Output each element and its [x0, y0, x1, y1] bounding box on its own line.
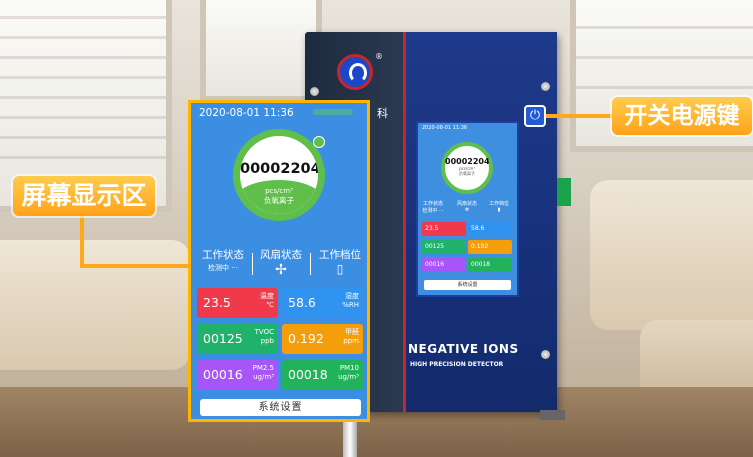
- ion-gauge: 00002204 pcs/cm³ 负氧离子: [233, 129, 325, 221]
- system-settings-button[interactable]: 系统设置: [200, 399, 361, 416]
- enlarged-screen[interactable]: 2020-08-01 11:36 00002204 pcs/cm³ 负氧离子 工…: [188, 100, 370, 422]
- mini-ion-name: 负氧离子: [459, 171, 475, 176]
- mini-work-status-value: 检测中 ···: [422, 208, 444, 214]
- divider: [252, 253, 253, 275]
- power-button[interactable]: ⏻: [524, 105, 546, 127]
- mini-gear-icon: ▮: [497, 207, 501, 213]
- pm25-cell: 00016 PM2.5 ug/m³: [197, 360, 278, 390]
- pm10-name: PM10: [339, 364, 359, 372]
- temperature-name: 温度: [260, 292, 274, 300]
- tvoc-unit: ppb: [260, 337, 274, 345]
- ion-name: 负氧离子: [264, 196, 294, 205]
- tvoc-cell: 00125 TVOC ppb: [197, 324, 278, 354]
- formaldehyde-cell: 0.192 甲醛 ppm: [282, 324, 363, 354]
- mini-humidity: 58.6: [468, 222, 512, 236]
- status-bar-icons: [313, 109, 353, 115]
- work-status: 工作状态 检测中 ···: [195, 247, 251, 273]
- pm25-value: 00016: [203, 367, 243, 382]
- fan-status: 风扇状态 ✢: [254, 247, 308, 278]
- humidity-value: 58.6: [288, 295, 316, 310]
- temperature-label: 温度 ℃: [260, 292, 274, 310]
- brand-logo-icon: [337, 54, 373, 90]
- temperature-cell: 23.5 温度 ℃: [197, 288, 278, 318]
- formaldehyde-label: 甲醛 ppm: [343, 328, 359, 346]
- tvoc-name: TVOC: [254, 328, 274, 336]
- background-sofa-right: [590, 180, 753, 330]
- power-key-callout: 开关电源键: [612, 97, 752, 135]
- mini-time: 2020-08-01 11:36: [422, 125, 468, 131]
- device-screen[interactable]: 2020-08-01 11:36 00002204 pcs/cm³ 负氧离子 工…: [416, 121, 519, 297]
- pm25-label: PM2.5 ug/m³: [253, 364, 274, 382]
- mini-work-status-label: 工作状态: [422, 201, 443, 207]
- gear-status: 工作档位 ▯: [312, 247, 368, 276]
- gauge-indicator-dot: [313, 136, 325, 148]
- formaldehyde-value: 0.192: [288, 331, 324, 346]
- fan-icon: ✢: [275, 262, 287, 278]
- ion-unit: pcs/cm³: [265, 187, 293, 195]
- brand-subtitle: HIGH PRECISION DETECTOR: [410, 361, 504, 368]
- temperature-unit: ℃: [266, 301, 274, 309]
- mini-tvoc: 00125: [422, 240, 466, 254]
- pm10-value: 00018: [288, 367, 328, 382]
- screw-icon: [310, 87, 319, 96]
- red-stripe: [403, 32, 406, 412]
- product-photo: ® 科 NEGATIVE IONS HIGH PRECISION DETECTO…: [0, 0, 753, 457]
- pm10-label: PM10 ug/m³: [338, 364, 359, 382]
- humidity-label: 湿度 %RH: [342, 292, 359, 310]
- humidity-unit: %RH: [342, 301, 359, 309]
- fan-status-label: 风扇状态: [260, 249, 302, 261]
- mini-ion-value: 00002204: [445, 157, 490, 166]
- screw-icon: [541, 82, 550, 91]
- work-status-value: 检测中 ···: [208, 264, 238, 272]
- pm25-name: PM2.5: [252, 364, 274, 372]
- mini-work-status: 工作状态 检测中 ···: [418, 200, 448, 214]
- mini-temp: 23.5: [422, 222, 466, 236]
- mini-pm10: 00018: [468, 258, 512, 272]
- mini-ion-gauge: 00002204 pcs/cm³ 负氧离子: [441, 142, 493, 194]
- callout-line: [80, 264, 190, 268]
- pm10-unit: ug/m³: [338, 373, 359, 381]
- device-foot: [540, 410, 565, 420]
- power-icon: ⏻: [529, 108, 541, 123]
- mini-gear: 工作档位 ▮: [484, 200, 514, 213]
- pm25-unit: ug/m³: [253, 373, 274, 381]
- callout-line: [546, 114, 616, 118]
- formaldehyde-name: 甲醛: [345, 328, 359, 336]
- humidity-name: 湿度: [345, 292, 359, 300]
- screen-time: 2020-08-01 11:36: [199, 107, 294, 119]
- mini-fan-status: 风扇状态 ✻: [452, 200, 482, 213]
- registered-mark: ®: [375, 52, 383, 61]
- mini-gear-label: 工作档位: [488, 201, 509, 207]
- humidity-cell: 58.6 湿度 %RH: [282, 288, 363, 318]
- temperature-value: 23.5: [203, 295, 231, 310]
- gear-label: 工作档位: [319, 249, 361, 261]
- mini-fan-icon: ✻: [464, 207, 470, 213]
- background-window-2: [200, 0, 322, 102]
- mini-fan-status-label: 风扇状态: [456, 201, 477, 207]
- divider: [310, 253, 311, 275]
- formaldehyde-unit: ppm: [343, 337, 359, 345]
- tvoc-value: 00125: [203, 331, 243, 346]
- brand-badge-text: 科: [377, 107, 388, 120]
- screw-icon: [541, 350, 550, 359]
- tvoc-label: TVOC ppb: [255, 328, 274, 346]
- battery-level-icon: ▯: [336, 262, 344, 276]
- mini-pm25: 00016: [422, 258, 466, 272]
- work-status-label: 工作状态: [202, 249, 244, 261]
- side-indicator: [557, 178, 571, 206]
- pm10-cell: 00018 PM10 ug/m³: [282, 360, 363, 390]
- background-sofa-left: [0, 240, 190, 370]
- screen-area-callout: 屏幕显示区: [13, 176, 155, 216]
- ion-value: 00002204: [240, 161, 321, 177]
- mini-settings-button[interactable]: 系统设置: [424, 280, 511, 290]
- brand-title: NEGATIVE IONS: [408, 342, 519, 356]
- mini-hcho: 0.192: [468, 240, 512, 254]
